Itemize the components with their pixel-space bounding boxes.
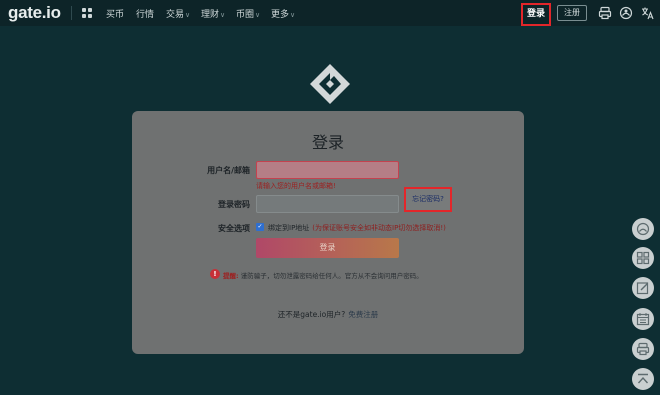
username-label: 用户名/邮箱 bbox=[207, 166, 250, 175]
chevron-down-icon: ∨ bbox=[185, 11, 191, 19]
divider bbox=[71, 6, 72, 20]
chat-button[interactable] bbox=[632, 338, 654, 360]
login-button[interactable]: 登录 bbox=[521, 3, 551, 26]
warning-text: 谨防骗子，切勿泄露密码给任何人。官方从不会询问用户密码。 bbox=[240, 272, 423, 280]
alert-icon: ! bbox=[210, 269, 220, 279]
chevron-down-icon: ∨ bbox=[220, 11, 226, 19]
chat-icon bbox=[636, 342, 650, 356]
calendar-icon bbox=[636, 313, 650, 326]
nav-item-buy[interactable]: 买币 bbox=[106, 7, 124, 20]
customer-service-icon bbox=[636, 222, 650, 236]
password-label: 登录密码 bbox=[218, 200, 250, 209]
nav-label: 理财 bbox=[201, 10, 220, 20]
nav-label: 币圈 bbox=[236, 10, 255, 20]
not-user-text: 还不是gate.io用户? bbox=[277, 310, 346, 319]
calendar-button[interactable] bbox=[632, 308, 654, 330]
security-warning: 提醒: 谨防骗子，切勿泄露密码给任何人。官方从不会询问用户密码。 bbox=[223, 270, 423, 280]
security-label: 安全选项 bbox=[218, 224, 250, 233]
nav-item-more[interactable]: 更多∨ bbox=[271, 7, 295, 20]
bind-ip-checkbox[interactable]: ✓ bbox=[256, 223, 264, 231]
apps-grid-icon bbox=[636, 251, 650, 265]
chevron-down-icon: ∨ bbox=[255, 11, 261, 19]
edit-icon bbox=[636, 282, 649, 295]
nav-label: 行情 bbox=[136, 10, 155, 20]
nav-item-market[interactable]: 行情 bbox=[136, 7, 154, 20]
bind-ip-note: (为保证账号安全如非动态IP切勿选择取消!) bbox=[312, 224, 446, 232]
nav-item-community[interactable]: 币圈∨ bbox=[236, 7, 260, 20]
feedback-button[interactable] bbox=[632, 277, 654, 299]
menu-grid-icon[interactable] bbox=[82, 8, 92, 18]
apps-button[interactable] bbox=[632, 247, 654, 269]
gateio-mark-icon bbox=[310, 64, 350, 104]
nav-item-trade[interactable]: 交易∨ bbox=[166, 7, 190, 20]
customer-service-button[interactable] bbox=[632, 218, 654, 240]
gateio-logo[interactable]: gate.io bbox=[8, 3, 61, 23]
chevron-down-icon: ∨ bbox=[290, 11, 296, 19]
login-card: 登录 用户名/邮箱 请输入您的用户名或邮箱! 登录密码 忘记密码? 安全选项 ✓… bbox=[132, 111, 524, 354]
nav-label: 更多 bbox=[271, 10, 290, 20]
login-title: 登录 bbox=[311, 133, 344, 152]
warning-head: 提醒: bbox=[223, 272, 239, 280]
register-prompt: 还不是gate.io用户? 免费注册 bbox=[132, 309, 524, 320]
nav-item-finance[interactable]: 理财∨ bbox=[201, 7, 225, 20]
back-to-top-button[interactable] bbox=[632, 368, 654, 390]
submit-login-button[interactable]: 登录 bbox=[256, 238, 399, 258]
top-bar: gate.io 买币 行情 交易∨ 理财∨ 币圈∨ 更多∨ 登录 注册 bbox=[0, 0, 660, 26]
username-input[interactable] bbox=[256, 161, 399, 179]
password-input[interactable] bbox=[256, 195, 399, 213]
nav-label: 交易 bbox=[166, 10, 185, 20]
bind-ip-label: 绑定到IP地址 bbox=[268, 224, 310, 232]
forgot-password-link[interactable]: 忘记密码? bbox=[404, 187, 452, 212]
bind-ip-option[interactable]: 绑定到IP地址 (为保证账号安全如非动态IP切勿选择取消!) bbox=[268, 223, 446, 233]
nav-label: 买币 bbox=[106, 10, 125, 20]
back-to-top-icon bbox=[637, 373, 649, 384]
free-register-link[interactable]: 免费注册 bbox=[348, 310, 378, 319]
username-error: 请输入您的用户名或邮箱! bbox=[256, 182, 336, 190]
language-icon[interactable] bbox=[640, 6, 654, 20]
register-button[interactable]: 注册 bbox=[557, 5, 587, 21]
app-download-icon[interactable] bbox=[598, 6, 612, 20]
support-icon[interactable] bbox=[619, 6, 633, 20]
